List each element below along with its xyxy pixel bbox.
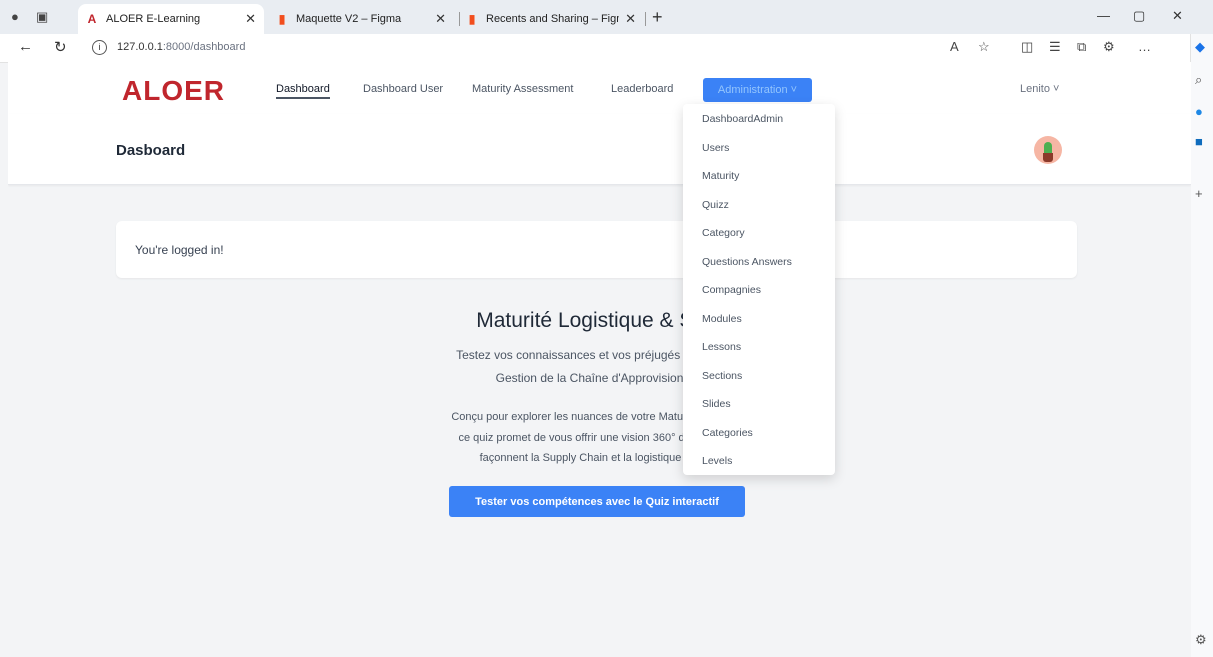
menu-item-slides[interactable]: Slides (702, 398, 731, 410)
menu-item-maturity[interactable]: Maturity (702, 170, 739, 182)
tab-divider (645, 12, 646, 26)
url-host: 127.0.0.1 (117, 41, 163, 53)
profile-icon[interactable]: ● (11, 9, 19, 24)
menu-item-lessons[interactable]: Lessons (702, 341, 741, 353)
page-header: Dasboard (8, 114, 1191, 185)
nav-dashboard-user[interactable]: Dashboard User (363, 83, 443, 95)
tab-label: Maquette V2 – Figma (296, 13, 402, 25)
tab-label: Recents and Sharing – Figma (486, 13, 620, 25)
add-icon[interactable]: + (1195, 186, 1203, 201)
menu-item-questions-answers[interactable]: Questions Answers (702, 256, 792, 268)
split-screen-icon[interactable]: ◫ (1021, 39, 1033, 55)
search-icon[interactable]: ⌕ (1195, 72, 1202, 88)
menu-item-category[interactable]: Category (702, 227, 745, 239)
hero-text-line: Gestion de la Chaîne d'Approvisionr (495, 371, 688, 385)
web-page: ALOER Dashboard Dashboard User Maturity … (8, 62, 1191, 657)
tab-maquette[interactable]: ▮ Maquette V2 – Figma ✕ (268, 4, 454, 34)
url-field[interactable]: i 127.0.0.1:8000/dashboard (92, 37, 942, 57)
start-quiz-button[interactable]: Tester vos compétences avec le Quiz inte… (449, 486, 745, 517)
info-icon[interactable]: i (92, 39, 107, 55)
menu-item-sections[interactable]: Sections (702, 370, 742, 382)
back-icon[interactable]: ← (18, 38, 33, 55)
tab-label: ALOER E-Learning (106, 13, 201, 25)
restore-icon[interactable]: ▢ (1133, 8, 1145, 24)
menu-item-compagnies[interactable]: Compagnies (702, 284, 761, 296)
nav-maturity-assessment[interactable]: Maturity Assessment (472, 83, 573, 95)
browser-tab-bar: ● ▣ A ALOER E-Learning ✕ ▮ Maquette V2 –… (0, 0, 1213, 34)
refresh-icon[interactable]: ↻ (54, 38, 67, 56)
hero-text-line: Conçu pour explorer les nuances de votre… (451, 411, 714, 423)
logged-in-card: You're logged in! (116, 221, 1077, 278)
tab-recents[interactable]: ▮ Recents and Sharing – Figma ✕ (458, 4, 644, 34)
nav-dashboard[interactable]: Dashboard (276, 83, 330, 99)
minimize-icon[interactable]: — (1097, 8, 1110, 23)
outlook-icon[interactable]: ■ (1195, 134, 1203, 149)
tab-aloer[interactable]: A ALOER E-Learning ✕ (78, 4, 264, 34)
app-navbar: ALOER Dashboard Dashboard User Maturity … (8, 62, 1191, 115)
address-bar: ← ↻ i 127.0.0.1:8000/dashboard A ☆ ◫ ☰ ⧉… (0, 34, 1213, 63)
close-icon[interactable]: ✕ (625, 11, 636, 27)
extensions-icon[interactable]: ⚙ (1103, 39, 1115, 55)
hero-text-line: façonnent la Supply Chain et la logistiq… (479, 452, 682, 464)
logged-in-message: You're logged in! (135, 243, 224, 257)
office-icon[interactable]: ● (1195, 104, 1203, 119)
more-menu-icon[interactable]: … (1138, 39, 1151, 54)
menu-item-users[interactable]: Users (702, 142, 729, 154)
nav-leaderboard[interactable]: Leaderboard (611, 83, 673, 95)
browser-sidebar: ◆ ⌕ ● ■ + ⚙ (1190, 34, 1213, 657)
administration-dropdown: DashboardAdmin Users Maturity Quizz Cate… (683, 104, 835, 475)
close-icon[interactable]: ✕ (435, 11, 446, 27)
figma-icon: ▮ (278, 12, 286, 26)
favorite-star-icon[interactable]: ☆ (978, 39, 990, 55)
hero-text-line: ce quiz promet de vous offrir une vision… (458, 432, 709, 444)
user-menu[interactable]: Lenito ˅ (1020, 83, 1059, 95)
menu-item-modules[interactable]: Modules (702, 313, 742, 325)
collections-icon[interactable]: ⧉ (1077, 39, 1086, 55)
aloer-logo[interactable]: ALOER (122, 75, 225, 107)
aloer-icon: A (87, 12, 97, 26)
url-path: :8000/dashboard (162, 41, 246, 53)
new-tab-icon[interactable]: + (652, 7, 663, 28)
close-window-icon[interactable]: ✕ (1172, 8, 1183, 24)
hero-title: Maturité Logistique & Sup (476, 309, 717, 332)
avatar[interactable] (1034, 136, 1062, 164)
menu-item-categories[interactable]: Categories (702, 427, 753, 439)
workspaces-icon[interactable]: ▣ (36, 9, 48, 25)
read-aloud-icon[interactable]: A (950, 39, 959, 54)
figma-icon: ▮ (468, 12, 476, 26)
page-title: Dasboard (116, 142, 186, 159)
administration-button[interactable]: Administration ˅ (703, 78, 812, 102)
menu-item-dashboardadmin[interactable]: DashboardAdmin (702, 113, 783, 125)
hero-text-line: Testez vos connaissances et vos préjugés… (456, 348, 715, 362)
menu-item-quizz[interactable]: Quizz (702, 199, 729, 211)
close-icon[interactable]: ✕ (245, 11, 256, 27)
pot-icon (1043, 153, 1053, 162)
copilot-icon[interactable]: ◆ (1195, 39, 1205, 55)
settings-icon[interactable]: ⚙ (1195, 632, 1207, 648)
menu-item-levels[interactable]: Levels (702, 455, 732, 467)
favorites-icon[interactable]: ☰ (1049, 39, 1061, 55)
